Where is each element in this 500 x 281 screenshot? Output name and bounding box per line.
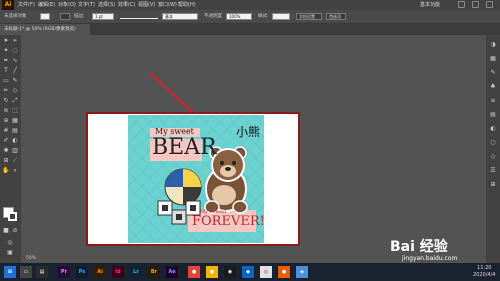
after-effects-app-icon[interactable]: Ae: [166, 266, 178, 278]
clock-date: 2020/4/4: [473, 272, 496, 278]
app-icon-blue[interactable]: ◆: [242, 266, 254, 278]
art-title-main: BEAR: [152, 135, 217, 160]
task-view-icon[interactable]: ▭: [20, 266, 32, 278]
system-clock[interactable]: 11:20 2020/4/4: [473, 265, 495, 279]
app-icon-yellow[interactable]: ●: [206, 266, 218, 278]
indesign-app-icon[interactable]: Id: [112, 266, 124, 278]
art-subtitle-cn: 小熊: [236, 125, 261, 139]
zoom-status[interactable]: 50%: [26, 256, 36, 261]
firefox-icon[interactable]: ●: [278, 266, 290, 278]
app-icon-red[interactable]: ●: [188, 266, 200, 278]
premiere-app-icon[interactable]: Pr: [58, 266, 70, 278]
bridge-app-icon[interactable]: Br: [148, 266, 160, 278]
art-caption-main: FOREVER!: [192, 214, 264, 229]
illustrator-app-icon[interactable]: Ai: [94, 266, 106, 278]
photoshop-app-icon[interactable]: Ps: [76, 266, 88, 278]
baidu-watermark-url: jingyan.baidu.com: [402, 255, 458, 262]
start-icon[interactable]: ⊞: [4, 266, 16, 278]
artboard[interactable]: My sweet BEAR 小熊 My Friend FOREVER!: [86, 112, 300, 246]
taskbar: ⊞ ▭ ▤ Pr Ps Ai Id Lr Br Ae ● ● ◉ ◆ ◎ ● ◈…: [0, 263, 500, 281]
lightroom-app-icon[interactable]: Lr: [130, 266, 142, 278]
app-icon-light-blue[interactable]: ◈: [296, 266, 308, 278]
chrome-icon[interactable]: ◎: [260, 266, 272, 278]
qq-icon[interactable]: ◉: [224, 266, 236, 278]
bear-artwork: My sweet BEAR 小熊 My Friend FOREVER!: [128, 115, 264, 243]
baidu-watermark: Bai 经验: [390, 239, 448, 255]
clock-time: 11:20: [477, 265, 492, 271]
file-explorer-icon[interactable]: ▤: [36, 266, 48, 278]
